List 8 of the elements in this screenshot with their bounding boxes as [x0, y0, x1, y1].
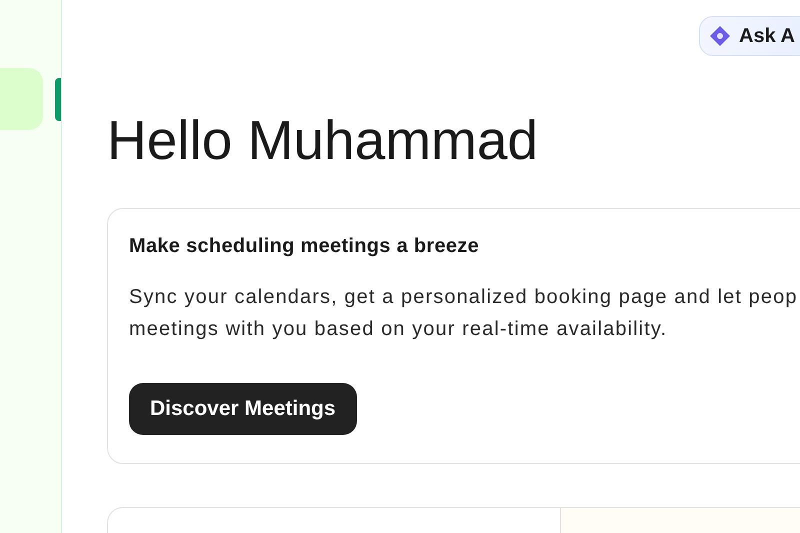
diamond-icon: [709, 25, 731, 47]
discover-meetings-button[interactable]: Discover Meetings: [129, 383, 357, 435]
sidebar-item[interactable]: [0, 68, 43, 130]
greeting-heading: Hello Muhammad: [107, 110, 540, 170]
active-indicator: [55, 78, 61, 121]
ask-ai-button[interactable]: Ask A: [699, 16, 800, 56]
card-title: Make scheduling meetings a breeze: [129, 235, 480, 258]
card-description: Sync your calendars, get a personalized booking page and let peop meetings with you based on your real-time availability.: [129, 285, 799, 342]
